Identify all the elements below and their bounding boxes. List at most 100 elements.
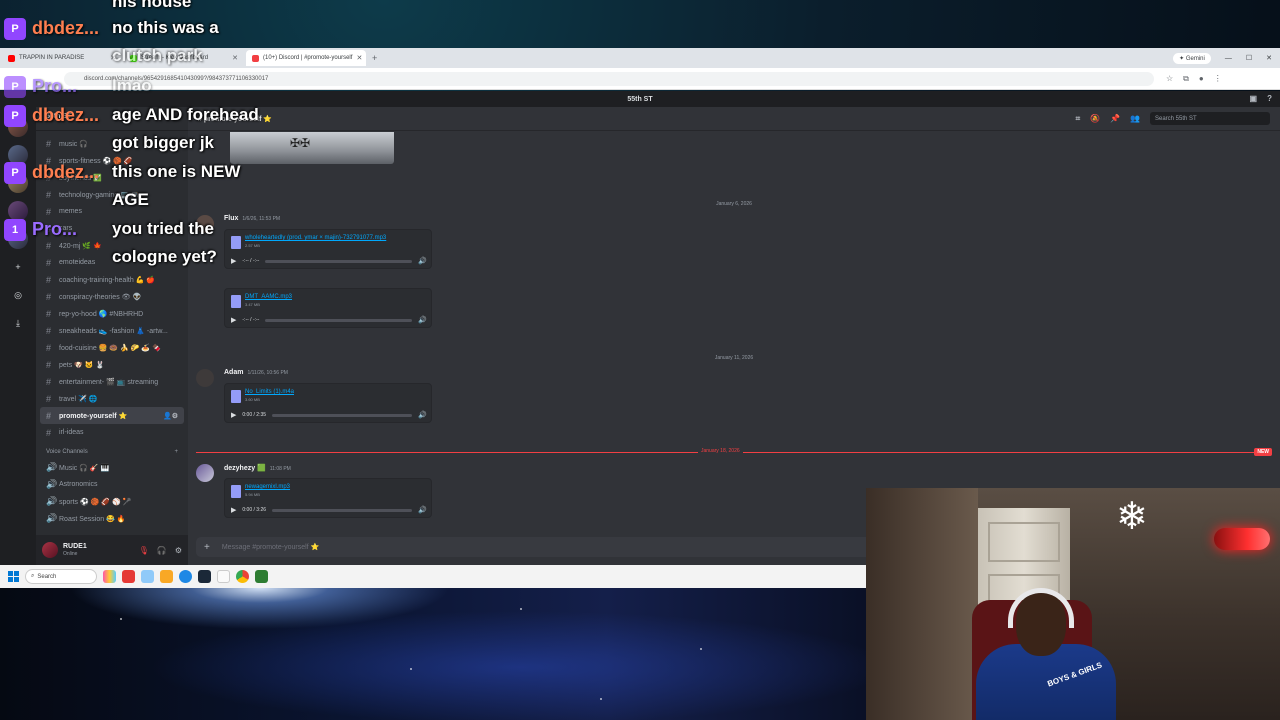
channel-item[interactable]: # sports-fitness ⚽ 🏀 🏈 (40, 152, 184, 169)
channel-item[interactable]: # technology-gaming 💻 🎮 (40, 186, 184, 203)
notepad-icon[interactable] (217, 570, 230, 583)
avatar[interactable] (196, 369, 214, 387)
headphones-icon[interactable]: 🎧 (157, 546, 167, 555)
server-icon[interactable] (8, 229, 28, 249)
avatar[interactable] (196, 464, 214, 482)
audio-player: ▶ -:-- / -:-- 🔊 (231, 315, 427, 325)
close-window-icon[interactable]: ✕ (1266, 54, 1272, 62)
channel-item[interactable]: # cars (40, 220, 184, 237)
widgets-icon[interactable] (103, 570, 116, 583)
url-input[interactable]: discord.com/channels/965429168541043099?… (64, 71, 1154, 86)
volume-icon[interactable]: 🔊 (418, 411, 427, 419)
app-icon[interactable] (122, 570, 135, 583)
red-led-light (1214, 528, 1270, 550)
members-icon[interactable]: 👥 (1130, 114, 1140, 123)
download-icon[interactable]: ⤓ (8, 313, 28, 333)
message-author[interactable]: Adam (224, 369, 243, 376)
gemini-button[interactable]: ✦ Gemini (1173, 52, 1211, 64)
extensions-icon[interactable]: ⧉ (1183, 74, 1189, 84)
close-tab-icon[interactable]: ✕ (110, 54, 116, 62)
avatar[interactable] (196, 215, 214, 233)
add-channel-icon[interactable]: + (174, 449, 178, 455)
app-icon[interactable] (141, 570, 154, 583)
seek-bar[interactable] (265, 318, 413, 322)
channel-item[interactable]: # music 🎧 (40, 135, 184, 152)
play-icon[interactable]: ▶ (231, 506, 236, 514)
inbox-icon[interactable]: ▣ (1250, 94, 1258, 103)
voice-channel-item[interactable]: 🔊 sports ⚽ 🏀 🏈 ⚾ 🥍 (40, 493, 184, 510)
seek-bar[interactable] (272, 508, 413, 512)
voice-channel-item[interactable]: 🔊 Roast Session 😂 🔥 (40, 510, 184, 527)
channel-item[interactable]: # food-cuisine 🍔 🍩 🍌 🌮 🍝 🍫 (40, 339, 184, 356)
add-server-icon[interactable]: + (8, 257, 28, 277)
channel-item[interactable]: # conspiracy-theories 👁 👽 (40, 288, 184, 305)
server-rail: + ◎ ⤓ (0, 107, 36, 565)
server-icon[interactable] (8, 117, 28, 137)
mute-microphone-icon[interactable]: 🎙 (139, 546, 149, 555)
profile-icon[interactable]: ● (1199, 74, 1204, 84)
voice-category[interactable]: Voice Channels + (40, 441, 184, 459)
attach-plus-icon[interactable]: + (204, 542, 210, 553)
chrome-icon[interactable] (236, 570, 249, 583)
taskbar-search[interactable]: ⌕ Search (25, 569, 97, 584)
app-icon[interactable] (255, 570, 268, 583)
new-tab-button[interactable]: + (372, 53, 377, 63)
server-icon[interactable] (8, 201, 28, 221)
browser-tab-kick[interactable]: Stream - Kick Dashboard ✕ (124, 50, 244, 66)
channel-item[interactable]: # memes (40, 203, 184, 220)
volume-icon[interactable]: 🔊 (418, 257, 427, 265)
message-author[interactable]: Flux (224, 215, 238, 222)
edge-icon[interactable] (179, 570, 192, 583)
image-attachment[interactable]: ✠✠ (230, 132, 394, 164)
menu-icon[interactable]: ⋮ (1214, 74, 1222, 84)
seek-bar[interactable] (272, 413, 413, 417)
gear-icon[interactable]: ⚙ (175, 546, 182, 555)
play-icon[interactable]: ▶ (231, 316, 236, 324)
channel-item[interactable]: # entertainment- 🎬 📺 streaming (40, 373, 184, 390)
avatar[interactable] (42, 542, 58, 558)
discover-icon[interactable]: ◎ (8, 285, 28, 305)
notification-bell-icon[interactable]: 🔕 (1090, 114, 1100, 123)
minimize-icon[interactable]: — (1225, 55, 1232, 62)
pin-icon[interactable]: 📌 (1110, 114, 1120, 123)
server-icon[interactable] (8, 145, 28, 165)
play-icon[interactable]: ▶ (231, 411, 236, 419)
message-author[interactable]: dezyhezy 🟩 (224, 465, 266, 472)
server-icon[interactable] (8, 173, 28, 193)
windows-start-icon[interactable] (8, 571, 19, 582)
file-explorer-icon[interactable] (160, 570, 173, 583)
channel-item[interactable]: # emoteideas (40, 254, 184, 271)
help-icon[interactable]: ? (1267, 94, 1272, 103)
bookmark-star-icon[interactable]: ☆ (1166, 74, 1173, 84)
channel-settings-icon[interactable]: 👤⚙ (163, 412, 178, 420)
browser-tab-discord[interactable]: (10+) Discord | #promote-yourself ✕ (246, 50, 366, 66)
volume-icon[interactable]: 🔊 (418, 506, 427, 514)
channel-item[interactable]: # boyfriends ✅ (40, 169, 184, 186)
channel-item[interactable]: # rep-yo-hood 🌎 #NBHRHD (40, 305, 184, 322)
play-icon[interactable]: ▶ (231, 257, 236, 265)
search-input[interactable]: Search 55th ST (1150, 112, 1270, 125)
seek-bar[interactable] (265, 259, 413, 263)
url-text: discord.com/channels/965429168541043099?… (84, 75, 269, 82)
channel-item[interactable]: # sneakheads 👟 -fashion 👗 -artw... (40, 322, 184, 339)
steam-icon[interactable] (198, 570, 211, 583)
file-link[interactable]: newagemixl.mp3 (245, 484, 290, 490)
voice-channel-item[interactable]: 🔊 Music 🎧 🎸 🎹 (40, 459, 184, 476)
file-link[interactable]: DMT_AAMC.mp3 (245, 294, 292, 300)
close-tab-icon[interactable]: ✕ (356, 54, 362, 62)
volume-icon[interactable]: 🔊 (418, 316, 427, 324)
server-header[interactable]: 55th ST (36, 107, 188, 131)
file-link[interactable]: wholeheartedly (prod. ymar × majin)-7327… (245, 235, 386, 241)
threads-icon[interactable]: ⌗ (1076, 114, 1081, 124)
browser-tab-youtube[interactable]: TRAPPIN IN PARADISE ✕ (2, 50, 122, 66)
channel-item[interactable]: # coaching-training-health 💪 🍎 (40, 271, 184, 288)
voice-channel-item[interactable]: 🔊 Astronomics (40, 476, 184, 493)
channel-item[interactable]: # travel ✈️ 🌐 (40, 390, 184, 407)
file-link[interactable]: No_Limits (1).m4a (245, 389, 294, 395)
channel-item[interactable]: # irl-ideas (40, 424, 184, 441)
maximize-icon[interactable]: ☐ (1246, 54, 1252, 62)
channel-item[interactable]: # pets 🐶 🐱 🐰 (40, 356, 184, 373)
close-tab-icon[interactable]: ✕ (232, 54, 238, 62)
channel-item[interactable]: #420-mj 🌿 🍁 (40, 237, 184, 254)
channel-item-promote-yourself[interactable]: # promote-yourself ⭐ 👤⚙ (40, 407, 184, 424)
